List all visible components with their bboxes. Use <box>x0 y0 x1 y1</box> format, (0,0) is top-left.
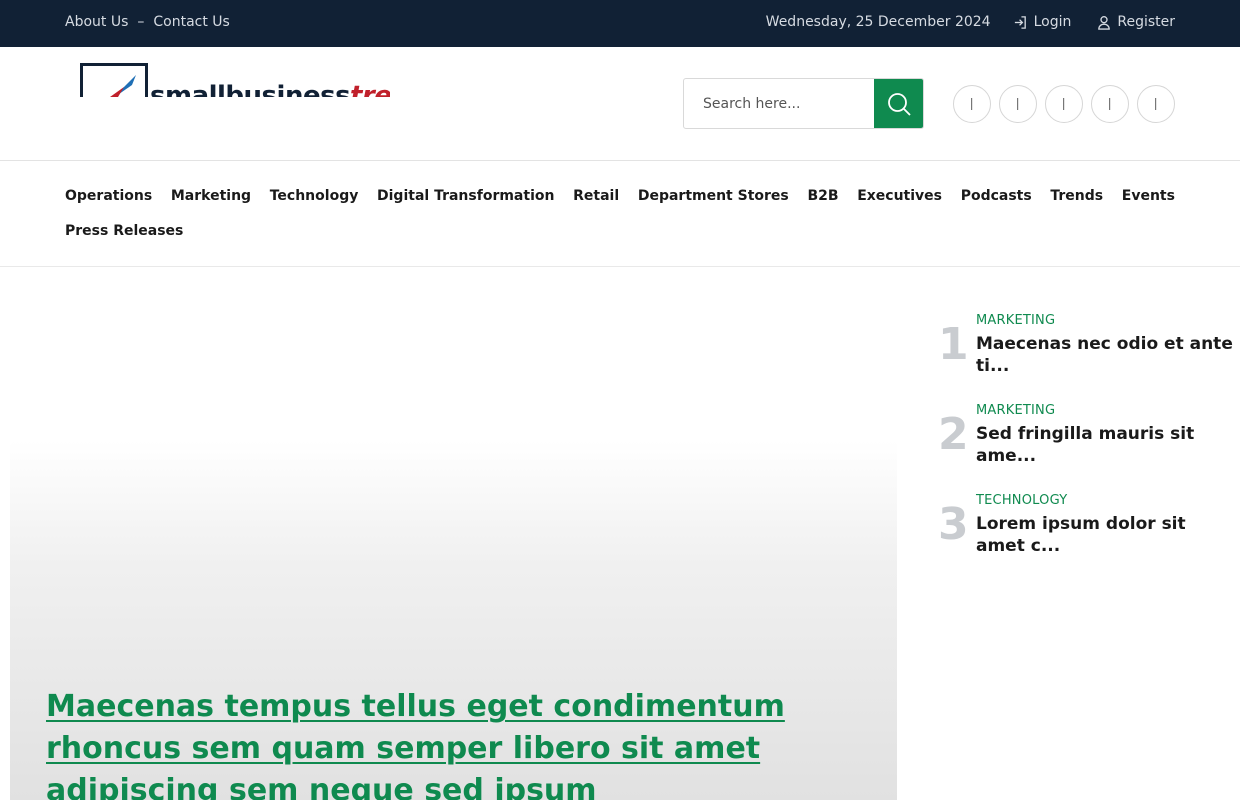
about-us-link[interactable]: About Us <box>65 14 128 30</box>
trending-item[interactable]: 3 TECHNOLOGY Lorem ipsum dolor sit amet … <box>938 493 1238 583</box>
nav-item-technology[interactable]: Technology <box>270 188 359 204</box>
search-box <box>683 78 924 129</box>
current-date: Wednesday, 25 December 2024 <box>765 14 991 30</box>
trending-category[interactable]: MARKETING <box>976 313 1238 328</box>
nav-item-executives[interactable]: Executives <box>857 188 942 204</box>
site-header: smallbusinesstrends <box>0 47 1240 161</box>
trending-item[interactable]: 2 MARKETING Sed fringilla mauris sit ame… <box>938 403 1238 493</box>
trending-category[interactable]: MARKETING <box>976 403 1238 418</box>
rocket-icon <box>110 75 136 97</box>
main-nav: Operations Marketing Technology Digital … <box>65 178 1175 248</box>
trending-item[interactable]: 1 MARKETING Maecenas nec odio et ante ti… <box>938 313 1238 403</box>
linkedin-icon[interactable] <box>1045 85 1083 123</box>
instagram-icon[interactable] <box>1137 85 1175 123</box>
logo-text: smallbusinesstrends <box>150 81 390 97</box>
hero-title[interactable]: Maecenas tempus tellus eget condimentum … <box>46 686 806 800</box>
nav-item-podcasts[interactable]: Podcasts <box>961 188 1032 204</box>
site-logo[interactable]: smallbusinesstrends <box>80 63 390 97</box>
nav-item-press-releases[interactable]: Press Releases <box>65 223 183 239</box>
login-link[interactable]: Login <box>1013 14 1072 30</box>
trending-title[interactable]: Sed fringilla mauris sit ame... <box>976 423 1238 467</box>
trending-body: MARKETING Maecenas nec odio et ante ti..… <box>976 313 1238 377</box>
trending-rank: 1 <box>938 319 969 370</box>
top-bar: About Us – Contact Us Wednesday, 25 Dece… <box>0 0 1240 47</box>
top-right: Wednesday, 25 December 2024 Login Regist… <box>766 14 1175 30</box>
nav-row-1: Operations Marketing Technology Digital … <box>65 178 1175 213</box>
nav-item-department-stores[interactable]: Department Stores <box>638 188 789 204</box>
trending-list: 1 MARKETING Maecenas nec odio et ante ti… <box>938 313 1238 583</box>
contact-us-link[interactable]: Contact Us <box>153 14 229 30</box>
nav-item-retail[interactable]: Retail <box>573 188 619 204</box>
login-label: Login <box>1033 14 1072 30</box>
register-link[interactable]: Register <box>1097 14 1175 30</box>
trending-rank: 3 <box>938 499 969 550</box>
social-links <box>945 85 1175 123</box>
search-input[interactable] <box>684 79 874 128</box>
nav-row-2: Press Releases <box>65 213 1175 248</box>
trending-title[interactable]: Lorem ipsum dolor sit amet c... <box>976 513 1238 557</box>
nav-item-events[interactable]: Events <box>1122 188 1175 204</box>
nav-item-b2b[interactable]: B2B <box>807 188 838 204</box>
trending-rank: 2 <box>938 409 969 460</box>
twitter-icon[interactable] <box>999 85 1037 123</box>
search-button[interactable] <box>874 79 923 128</box>
nav-item-marketing[interactable]: Marketing <box>171 188 251 204</box>
trending-body: MARKETING Sed fringilla mauris sit ame..… <box>976 403 1238 467</box>
nav-item-operations[interactable]: Operations <box>65 188 152 204</box>
login-icon <box>1014 15 1026 29</box>
top-links: About Us – Contact Us <box>65 14 230 30</box>
nav-item-trends[interactable]: Trends <box>1050 188 1103 204</box>
user-icon <box>1098 15 1111 30</box>
link-separator: – <box>137 14 145 30</box>
trending-title[interactable]: Maecenas nec odio et ante ti... <box>976 333 1238 377</box>
nav-item-digital-transformation[interactable]: Digital Transformation <box>377 188 554 204</box>
trending-category[interactable]: TECHNOLOGY <box>976 493 1238 508</box>
nav-divider <box>0 266 1240 267</box>
facebook-icon[interactable] <box>953 85 991 123</box>
youtube-icon[interactable] <box>1091 85 1129 123</box>
hero-card[interactable]: Maecenas tempus tellus eget condimentum … <box>10 440 897 800</box>
search-icon <box>887 92 911 116</box>
register-label: Register <box>1117 14 1175 30</box>
trending-body: TECHNOLOGY Lorem ipsum dolor sit amet c.… <box>976 493 1238 557</box>
